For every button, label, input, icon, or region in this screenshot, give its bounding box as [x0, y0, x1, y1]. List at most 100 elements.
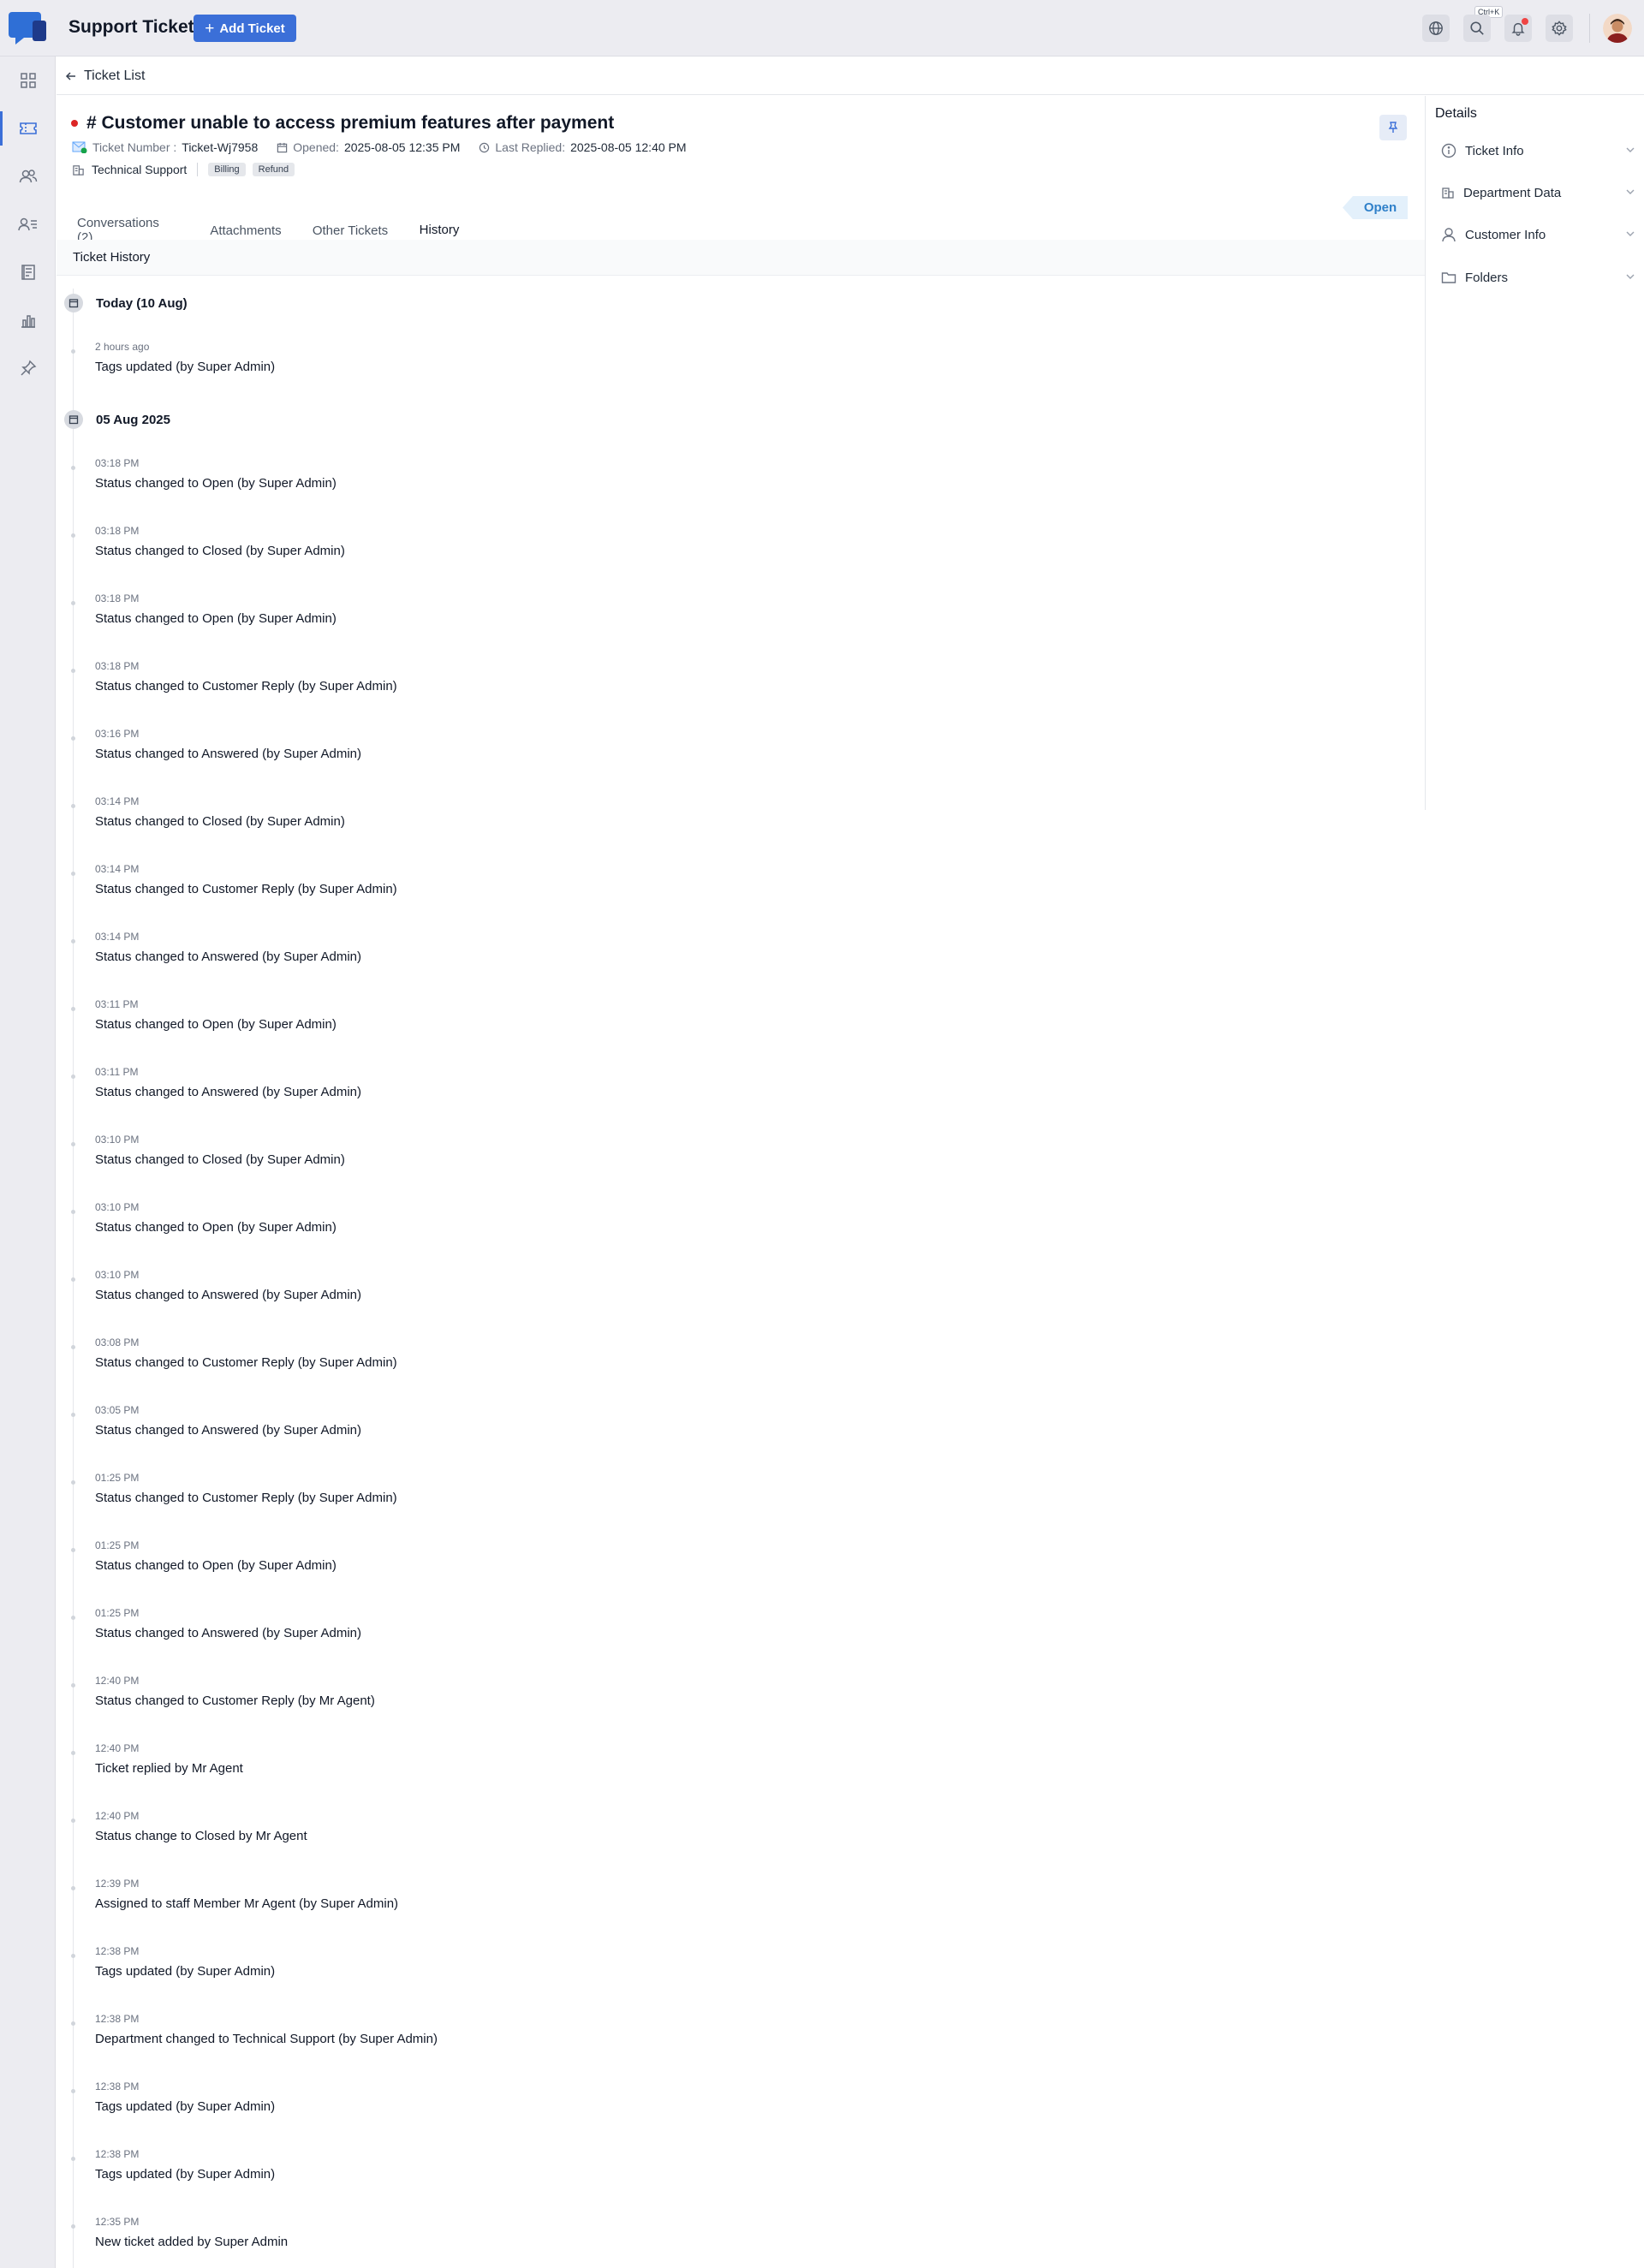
search-icon — [1470, 21, 1484, 35]
details-title: Details — [1435, 106, 1477, 121]
history-entry-text: Tags updated (by Super Admin) — [95, 2167, 276, 2182]
timeline-dot — [71, 1277, 75, 1282]
history-entry-time: 03:14 PM — [95, 863, 140, 875]
app-title: Support Ticket — [68, 17, 194, 37]
history-entry: 12:40 PM Status changed to Customer Reply… — [95, 1675, 375, 1708]
history-entry-text: Status changed to Answered (by Super Adm… — [95, 1626, 362, 1640]
history-entry-text: Status changed to Answered (by Super Adm… — [95, 949, 362, 964]
history-date-header: 05 Aug 2025 — [64, 410, 170, 429]
history-entry-time: 03:10 PM — [95, 1269, 140, 1281]
calendar-icon — [64, 410, 83, 429]
nav-dashboard[interactable] — [0, 60, 56, 101]
history-entry: 12:38 PM Tags updated (by Super Admin) — [95, 2080, 275, 2114]
history-entry-text: Status changed to Customer Reply (by Sup… — [95, 882, 397, 896]
ticket-number-value: Ticket-Wj7958 — [182, 140, 259, 154]
nav-reports[interactable] — [0, 300, 56, 341]
timeline-dot — [71, 601, 75, 605]
department-row: Technical Support Billing Refund — [72, 163, 295, 176]
history-entry-text: Assigned to staff Member Mr Agent (by Su… — [95, 1896, 399, 1911]
timeline-dot — [71, 1548, 75, 1552]
nav-pinned[interactable] — [0, 348, 56, 389]
priority-dot — [71, 120, 78, 127]
chevron-down-icon — [1626, 147, 1635, 152]
history-entry-time: 03:08 PM — [95, 1336, 140, 1348]
chevron-down-icon — [1626, 231, 1635, 236]
document-icon — [21, 265, 35, 280]
app-logo-icon[interactable] — [9, 12, 46, 46]
pin-ticket-button[interactable] — [1379, 115, 1407, 140]
history-entry: 01:25 PM Status changed to Answered (by S… — [95, 1607, 361, 1640]
history-entry-time: 03:14 PM — [95, 795, 140, 807]
breadcrumb-back-link[interactable]: Ticket List — [57, 57, 1644, 95]
details-customer-info[interactable]: Customer Info — [1441, 219, 1636, 250]
history-entry-text: Tags updated (by Super Admin) — [95, 2099, 276, 2114]
tag-badge: Refund — [252, 163, 295, 176]
globe-button[interactable] — [1422, 15, 1450, 42]
opened-label: Opened: — [293, 140, 339, 154]
history-entry-time: 01:25 PM — [95, 1472, 140, 1484]
department-name: Technical Support — [92, 163, 188, 176]
history-entry-time: 03:18 PM — [95, 592, 140, 604]
history-entry-text: Status change to Closed by Mr Agent — [95, 1829, 307, 1843]
nav-customers[interactable] — [0, 156, 56, 197]
ticket-meta-row: Ticket Number : Ticket-Wj7958 Opened: 20… — [72, 140, 687, 154]
nav-knowledge-base[interactable] — [0, 252, 56, 293]
nav-staff[interactable] — [0, 204, 56, 245]
globe-icon — [1429, 21, 1443, 35]
timeline-dot — [71, 1751, 75, 1755]
details-folders[interactable]: Folders — [1441, 262, 1636, 293]
history-entry-text: Tags updated (by Super Admin) — [95, 360, 276, 374]
details-item-label: Customer Info — [1465, 227, 1546, 242]
history-entry: 03:18 PM Status changed to Open (by Super… — [95, 592, 337, 626]
history-entry-text: Status changed to Answered (by Super Adm… — [95, 1423, 362, 1438]
history-entry-text: Status changed to Customer Reply (by Sup… — [95, 1491, 397, 1505]
gear-icon — [1552, 21, 1567, 36]
history-entry-text: Status changed to Open (by Super Admin) — [95, 1220, 337, 1235]
timeline-dot — [71, 1074, 75, 1079]
timeline-dot — [71, 1413, 75, 1417]
search-button[interactable] — [1463, 15, 1491, 42]
history-entry-time: 12:38 PM — [95, 2148, 140, 2160]
history-entry-text: Status changed to Customer Reply (by Sup… — [95, 1355, 397, 1370]
plus-icon: + — [205, 19, 215, 38]
timeline-dot — [71, 1819, 75, 1823]
history-entry-time: 12:40 PM — [95, 1810, 140, 1822]
timeline-dot — [71, 1886, 75, 1890]
history-entry: 12:39 PM Assigned to staff Member Mr Agen… — [95, 1878, 398, 1911]
info-circle-icon — [1441, 143, 1456, 158]
history-entry-time: 12:40 PM — [95, 1675, 140, 1687]
timeline-dot — [71, 804, 75, 808]
timeline-dot — [71, 349, 75, 354]
history-entry-time: 03:18 PM — [95, 525, 140, 537]
notifications-button[interactable] — [1504, 15, 1532, 42]
history-entry-time: 01:25 PM — [95, 1539, 140, 1551]
calendar-icon — [64, 294, 83, 313]
chevron-down-icon — [1626, 189, 1635, 194]
nav-tickets[interactable] — [0, 108, 56, 149]
history-entry-text: Status changed to Closed (by Super Admin… — [95, 544, 345, 558]
history-entry: 12:35 PM New ticket added by Super Admin — [95, 2216, 288, 2249]
history-entry: 12:38 PM Tags updated (by Super Admin) — [95, 1945, 275, 1979]
ticket-main: # Customer unable to access premium feat… — [57, 96, 1425, 2268]
history-entry: 03:16 PM Status changed to Answered (by S… — [95, 728, 361, 761]
calendar-icon — [277, 142, 288, 152]
history-entry: 01:25 PM Status changed to Customer Reply… — [95, 1472, 397, 1505]
history-entry: 03:08 PM Status changed to Customer Reply… — [95, 1336, 397, 1370]
history-entry-text: Status changed to Answered (by Super Adm… — [95, 1085, 362, 1099]
timeline-dot — [71, 669, 75, 673]
details-department-data[interactable]: Department Data — [1441, 177, 1636, 208]
ticket-mail-icon — [72, 141, 87, 153]
history-entry: 03:14 PM Status changed to Customer Reply… — [95, 863, 397, 896]
left-nav-rail — [0, 57, 56, 2268]
timeline-dot — [71, 2224, 75, 2229]
tag-badge: Billing — [208, 163, 246, 176]
details-ticket-info[interactable]: Ticket Info — [1441, 135, 1636, 166]
settings-button[interactable] — [1546, 15, 1573, 42]
user-avatar[interactable] — [1603, 14, 1632, 43]
opened-value: 2025-08-05 12:35 PM — [343, 140, 461, 154]
timeline-dot — [71, 736, 75, 741]
add-ticket-button[interactable]: + Add Ticket — [194, 15, 296, 42]
timeline-dot — [71, 1683, 75, 1688]
history-date-label: Today (10 Aug) — [96, 295, 188, 311]
ticket-title: # Customer unable to access premium feat… — [71, 113, 614, 134]
